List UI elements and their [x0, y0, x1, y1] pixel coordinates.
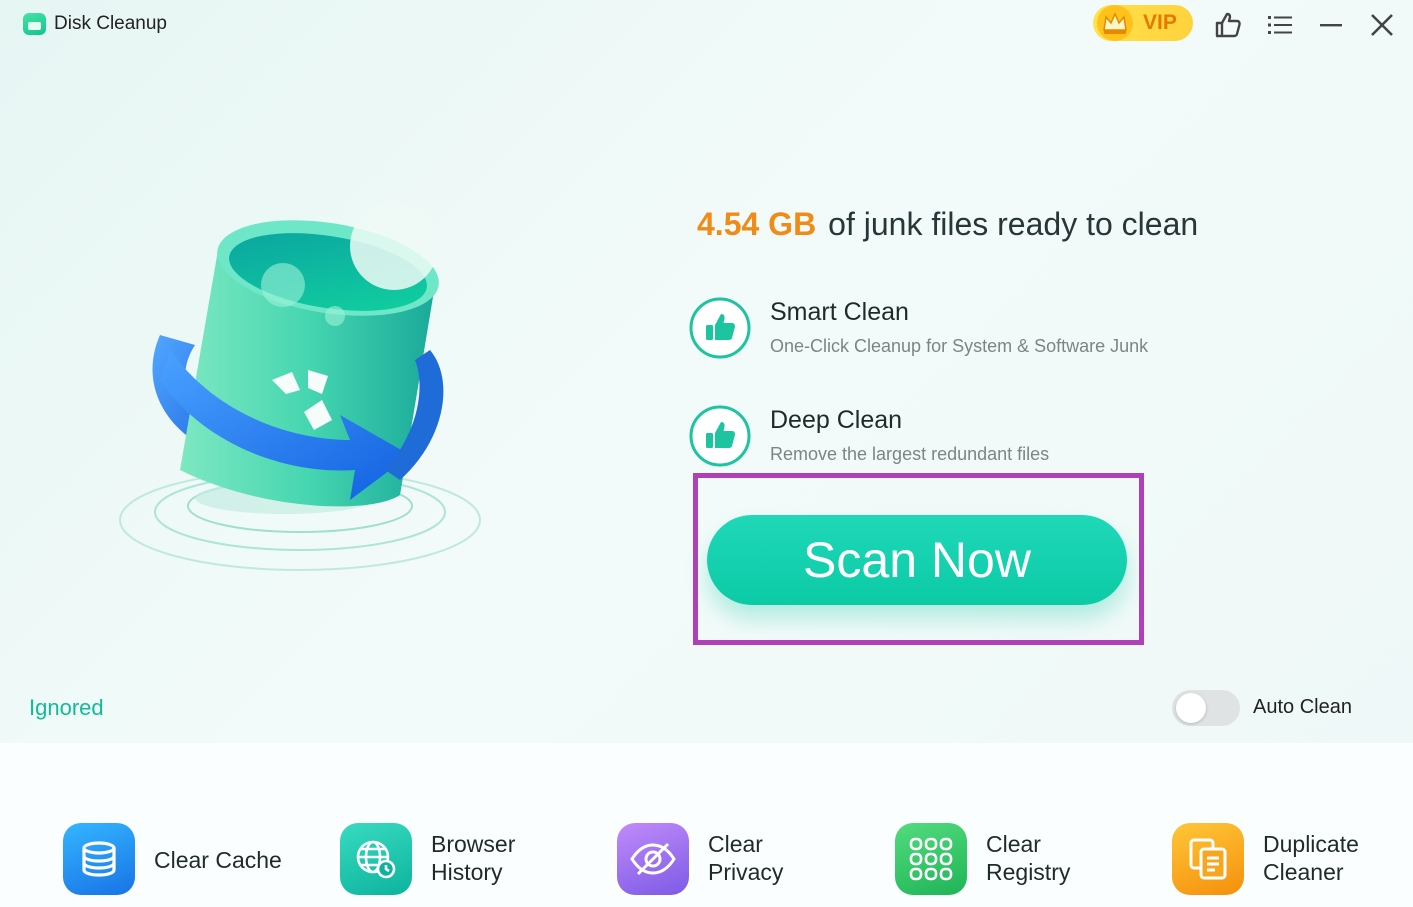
tools-bar: Clear Cache Browser History Clear Privacy	[0, 743, 1413, 907]
close-icon[interactable]	[1365, 8, 1399, 42]
tool-label: Duplicate Cleaner	[1263, 831, 1359, 885]
grid-icon	[895, 823, 967, 895]
copy-document-icon	[1172, 823, 1244, 895]
globe-clock-icon	[340, 823, 412, 895]
crown-icon	[1097, 5, 1133, 41]
tool-label: Clear Registry	[986, 831, 1071, 885]
tool-label: Clear Privacy	[708, 831, 784, 885]
recycle-bin-illustration	[119, 202, 481, 571]
junk-summary: 4.54 GB of junk files ready to clean	[697, 206, 1198, 243]
ignored-link[interactable]: Ignored	[29, 695, 104, 721]
tool-label: Clear Cache	[154, 847, 282, 873]
feature-smart-clean: Smart Clean One-Click Cleanup for System…	[688, 296, 1288, 386]
feature-description: One-Click Cleanup for System & Software …	[770, 336, 1149, 356]
tool-label: Browser History	[431, 831, 516, 885]
eye-off-icon	[617, 823, 689, 895]
thumbs-up-icon	[689, 297, 751, 359]
vip-button[interactable]: VIP	[1093, 5, 1193, 41]
junk-summary-text: of junk files ready to clean	[828, 206, 1199, 242]
title-bar: Disk Cleanup VIP	[0, 0, 1413, 52]
tool-duplicate-cleaner[interactable]: Duplicate Cleaner	[1142, 798, 1392, 907]
auto-clean-label: Auto Clean	[1253, 696, 1352, 718]
thumbs-up-icon[interactable]	[1211, 8, 1245, 42]
tool-browser-history[interactable]: Browser History	[310, 798, 560, 907]
feature-title: Smart Clean	[770, 298, 909, 326]
app-logo-icon	[23, 13, 46, 35]
vip-label: VIP	[1143, 11, 1177, 34]
toggle-knob	[1176, 693, 1206, 723]
tool-clear-cache[interactable]: Clear Cache	[33, 798, 283, 907]
junk-size-value: 4.54 GB	[697, 206, 817, 242]
menu-list-icon[interactable]	[1263, 8, 1297, 42]
app-title: Disk Cleanup	[54, 13, 167, 34]
thumbs-up-icon	[689, 405, 751, 467]
auto-clean-toggle[interactable]	[1172, 690, 1240, 726]
feature-title: Deep Clean	[770, 406, 903, 434]
scan-now-button[interactable]: Scan Now	[707, 515, 1127, 605]
feature-description: Remove the largest redundant files	[770, 444, 1050, 464]
tool-clear-registry[interactable]: Clear Registry	[865, 798, 1115, 907]
minimize-icon[interactable]	[1314, 8, 1348, 42]
database-icon	[63, 823, 135, 895]
tool-clear-privacy[interactable]: Clear Privacy	[587, 798, 837, 907]
